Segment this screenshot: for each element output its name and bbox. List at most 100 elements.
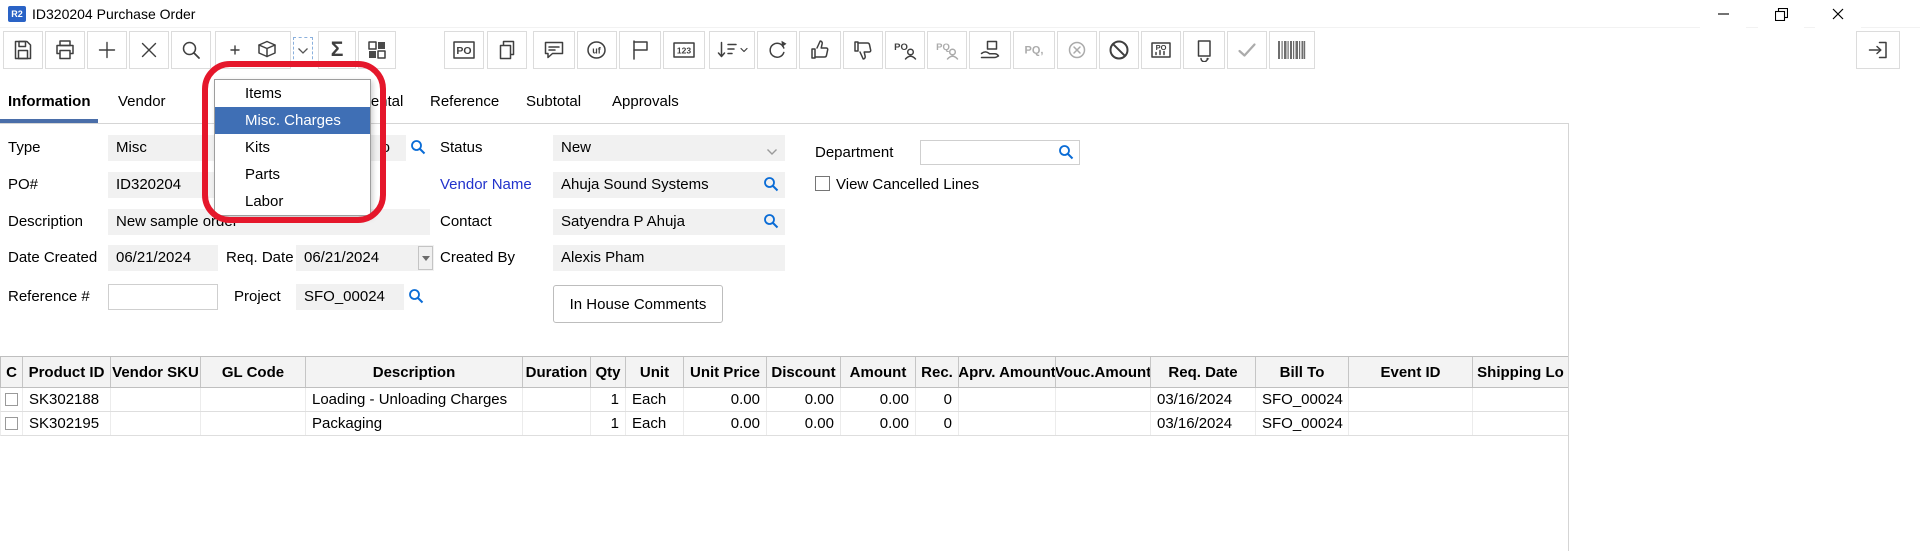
- table-cell[interactable]: 0.00: [767, 412, 841, 435]
- table-cell[interactable]: 0.00: [684, 388, 767, 411]
- add-item-dropdown-button[interactable]: [293, 37, 313, 64]
- created-by-input[interactable]: Alexis Pham: [553, 245, 785, 271]
- table-cell[interactable]: [1, 388, 23, 411]
- vendor-name-label[interactable]: Vendor Name: [440, 177, 532, 193]
- vendor-name-input[interactable]: Ahuja Sound Systems: [553, 172, 785, 198]
- cancel-button[interactable]: [1057, 31, 1097, 69]
- delete-button[interactable]: [129, 31, 169, 69]
- table-cell[interactable]: [111, 412, 201, 435]
- table-cell[interactable]: [111, 388, 201, 411]
- save-button[interactable]: [3, 31, 43, 69]
- table-cell[interactable]: [201, 412, 306, 435]
- table-cell[interactable]: 03/16/2024: [1151, 388, 1256, 411]
- row-checkbox[interactable]: [5, 417, 18, 430]
- table-row[interactable]: SK302188Loading - Unloading Charges1Each…: [0, 388, 1568, 412]
- vendor-search-icon[interactable]: [763, 176, 779, 192]
- table-cell[interactable]: [201, 388, 306, 411]
- sum-button[interactable]: Σ: [318, 31, 356, 69]
- table-cell[interactable]: SFO_00024: [1256, 388, 1349, 411]
- minimize-button[interactable]: [1700, 0, 1746, 28]
- add-button[interactable]: [87, 31, 127, 69]
- close-button[interactable]: [1815, 0, 1861, 28]
- column-header[interactable]: Product ID: [23, 357, 111, 387]
- table-cell[interactable]: [523, 412, 591, 435]
- po-button[interactable]: PO: [444, 31, 484, 69]
- add-item-button[interactable]: [215, 31, 291, 69]
- table-cell[interactable]: Loading - Unloading Charges: [306, 388, 523, 411]
- table-cell[interactable]: 0: [916, 412, 959, 435]
- column-header[interactable]: Unit Price: [684, 357, 767, 387]
- contact-search-icon[interactable]: [763, 213, 779, 229]
- status-chevron-icon[interactable]: [766, 143, 782, 159]
- column-header[interactable]: Req. Date: [1151, 357, 1256, 387]
- table-cell[interactable]: [1349, 412, 1473, 435]
- sort-button[interactable]: [709, 31, 755, 69]
- user-fields-button[interactable]: uf: [577, 31, 617, 69]
- receive-button[interactable]: [969, 31, 1011, 69]
- table-cell[interactable]: [959, 412, 1056, 435]
- table-cell[interactable]: 1: [591, 388, 626, 411]
- status-input[interactable]: New: [553, 135, 785, 161]
- table-cell[interactable]: SFO_00024: [1256, 412, 1349, 435]
- menu-item-misc-charges[interactable]: Misc. Charges: [215, 107, 370, 134]
- table-cell[interactable]: 03/16/2024: [1151, 412, 1256, 435]
- date-created-input[interactable]: 06/21/2024: [108, 245, 218, 271]
- in-house-comments-button[interactable]: In House Comments: [553, 285, 723, 323]
- po-number-input[interactable]: ID320204: [108, 172, 218, 198]
- hidden-field-search-icon[interactable]: [410, 139, 426, 155]
- tab-vendor[interactable]: Vendor: [110, 85, 174, 123]
- row-checkbox[interactable]: [5, 393, 18, 406]
- column-header[interactable]: Bill To: [1256, 357, 1349, 387]
- column-header[interactable]: Description: [306, 357, 523, 387]
- column-header[interactable]: Duration: [523, 357, 591, 387]
- project-search-icon[interactable]: [408, 288, 424, 304]
- comments-button[interactable]: [533, 31, 575, 69]
- req-date-input[interactable]: 06/21/2024: [296, 245, 434, 271]
- table-cell[interactable]: [1056, 412, 1151, 435]
- barcode-button[interactable]: [1269, 31, 1315, 69]
- approve-button[interactable]: [799, 31, 841, 69]
- column-header[interactable]: Shipping Lo: [1473, 357, 1568, 387]
- contact-input[interactable]: Satyendra P Ahuja: [553, 209, 785, 235]
- table-cell[interactable]: 0.00: [841, 388, 916, 411]
- table-cell[interactable]: Packaging: [306, 412, 523, 435]
- reference-input[interactable]: [108, 284, 218, 310]
- po-user-button[interactable]: PO: [885, 31, 925, 69]
- numbers-button[interactable]: 123: [663, 31, 705, 69]
- tab-reference[interactable]: Reference: [422, 85, 507, 123]
- flag-button[interactable]: [619, 31, 661, 69]
- table-row[interactable]: SK302195Packaging1Each0.000.000.00003/16…: [0, 412, 1568, 436]
- pq-button[interactable]: PQ,: [1013, 31, 1055, 69]
- table-cell[interactable]: [1056, 388, 1151, 411]
- department-input[interactable]: [920, 140, 1080, 165]
- table-cell[interactable]: Each: [626, 388, 684, 411]
- refresh-button[interactable]: [757, 31, 797, 69]
- column-header[interactable]: Vendor SKU: [111, 357, 201, 387]
- table-cell[interactable]: [1349, 388, 1473, 411]
- restore-button[interactable]: [1758, 0, 1804, 28]
- search-button[interactable]: [171, 31, 211, 69]
- print-button[interactable]: [45, 31, 85, 69]
- column-header[interactable]: C: [1, 357, 23, 387]
- reject-button[interactable]: [843, 31, 883, 69]
- table-cell[interactable]: [1, 412, 23, 435]
- column-header[interactable]: Event ID: [1349, 357, 1473, 387]
- tab-information[interactable]: Information: [0, 85, 98, 123]
- column-header[interactable]: Unit: [626, 357, 684, 387]
- column-header[interactable]: Aprv. Amount: [959, 357, 1056, 387]
- view-cancelled-checkbox[interactable]: [815, 176, 830, 191]
- table-cell[interactable]: 0.00: [684, 412, 767, 435]
- department-search-icon[interactable]: [1058, 144, 1074, 160]
- column-header[interactable]: Discount: [767, 357, 841, 387]
- column-header[interactable]: Rec.: [916, 357, 959, 387]
- table-cell[interactable]: Each: [626, 412, 684, 435]
- tab-subtotal[interactable]: Subtotal: [518, 85, 589, 123]
- menu-item-parts[interactable]: Parts: [215, 161, 370, 188]
- copy-refresh-button[interactable]: [1183, 31, 1225, 69]
- exit-button[interactable]: [1856, 31, 1900, 69]
- column-header[interactable]: Amount: [841, 357, 916, 387]
- po-report-button[interactable]: PO: [1141, 31, 1181, 69]
- menu-item-labor[interactable]: Labor: [215, 188, 370, 215]
- table-cell[interactable]: [959, 388, 1056, 411]
- void-button[interactable]: [1099, 31, 1139, 69]
